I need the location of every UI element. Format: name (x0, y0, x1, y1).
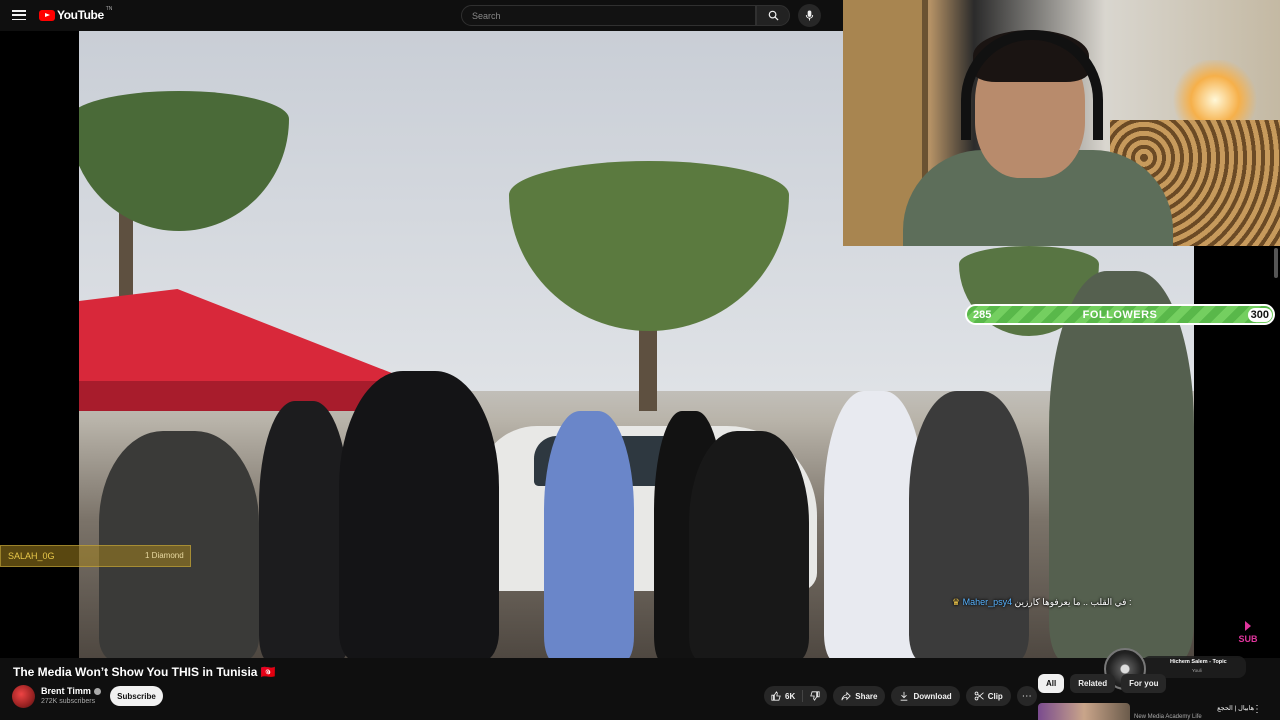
followers-label: FOLLOWERS (1082, 309, 1158, 321)
download-button[interactable]: Download (891, 686, 960, 706)
related-filter-chips: All Related For you (1038, 674, 1167, 693)
search-button[interactable] (756, 5, 790, 26)
search-icon (768, 10, 779, 21)
channel-name[interactable]: Brent Timm (41, 686, 91, 696)
gift-alert: SALAH_0G 1 Diamond (0, 545, 191, 567)
share-button[interactable]: Share (833, 686, 886, 706)
hamburger-menu-icon[interactable] (12, 8, 26, 22)
more-actions-button[interactable]: ⋯ (1016, 686, 1037, 706)
related-video-item[interactable]: هابيال | الحجع New Media Academy Life ⋮ (1038, 703, 1278, 720)
channel-avatar[interactable] (12, 685, 35, 708)
followers-goal: 300 (1247, 307, 1272, 322)
video-title: The Media Won’t Show You THIS in Tunisia… (13, 665, 276, 679)
share-icon (841, 691, 851, 701)
search-input[interactable] (462, 6, 755, 26)
sub-badge-label: SUB (1238, 634, 1258, 644)
gift-alert-amount: 1 Diamond (145, 551, 184, 560)
gift-alert-user: SALAH_0G (8, 551, 55, 561)
dislike-button[interactable] (803, 686, 827, 706)
subscribe-button[interactable]: Subscribe (110, 686, 163, 706)
voice-search-button[interactable] (798, 4, 821, 27)
like-count: 6K (785, 691, 796, 701)
chat-username: Maher_psy4 (962, 597, 1013, 607)
play-badge-icon (1245, 621, 1251, 631)
logo-text: YouTube (57, 8, 104, 22)
download-label: Download (913, 691, 952, 701)
streamer-webcam (843, 0, 1280, 246)
like-button[interactable]: 6K (764, 686, 802, 706)
download-icon (901, 691, 908, 701)
person-4 (544, 411, 634, 658)
followers-current: 285 (973, 308, 992, 321)
chip-all[interactable]: All (1038, 674, 1065, 693)
chat-text: في القلب .. ما يعرفوها كارزين : (1014, 597, 1132, 607)
verified-icon (93, 687, 101, 695)
chat-crown-icon: ♛ (952, 597, 961, 607)
channel-name-row[interactable]: Brent Timm (41, 686, 101, 696)
crowd (79, 271, 1194, 658)
subscriber-count: 272K subscribers (41, 698, 96, 705)
thumbs-up-icon (771, 691, 781, 701)
related-video-menu-icon[interactable]: ⋮ (1252, 704, 1262, 715)
share-label: Share (855, 691, 878, 701)
microphone-icon (805, 10, 814, 21)
related-video-title[interactable]: هابيال | الحجع (1134, 704, 1254, 712)
related-video-channel: New Media Academy Life (1134, 714, 1202, 720)
logo-country-code: TN (105, 6, 113, 12)
chip-related[interactable]: Related (1070, 674, 1116, 693)
thumbs-down-icon (810, 691, 820, 701)
scissors-icon (974, 691, 984, 701)
followers-goal-bar: 285 FOLLOWERS 300 (965, 304, 1275, 325)
video-actions: 6K Share Download Clip ⋯ (764, 686, 1037, 706)
like-dislike-group: 6K (764, 686, 828, 706)
related-video-thumbnail[interactable] (1038, 703, 1130, 720)
search-box (461, 5, 756, 26)
person-3 (339, 371, 499, 658)
now-playing-subtitle: Youli (1192, 668, 1202, 673)
person-2 (259, 401, 349, 658)
masthead: YouTube TN (0, 0, 843, 31)
youtube-logo[interactable]: YouTube TN (39, 6, 113, 22)
clip-label: Clip (987, 691, 1003, 701)
sub-badge-icon: SUB (1238, 620, 1258, 644)
chat-message: ♛ Maher_psy4 في القلب .. ما يعرفوها كارز… (952, 597, 1131, 608)
youtube-play-icon (39, 9, 55, 21)
scrollbar-thumb[interactable] (1274, 248, 1278, 278)
person-8 (909, 391, 1029, 658)
clip-button[interactable]: Clip (965, 686, 1011, 706)
now-playing-title: Hichem Salem - Topic (1170, 659, 1227, 665)
chip-for-you[interactable]: For you (1121, 674, 1167, 693)
youtube-watch-page: YouTube TN Search 285 FOLLOWERS 300 SALA… (0, 0, 1280, 720)
person-6 (689, 431, 809, 658)
